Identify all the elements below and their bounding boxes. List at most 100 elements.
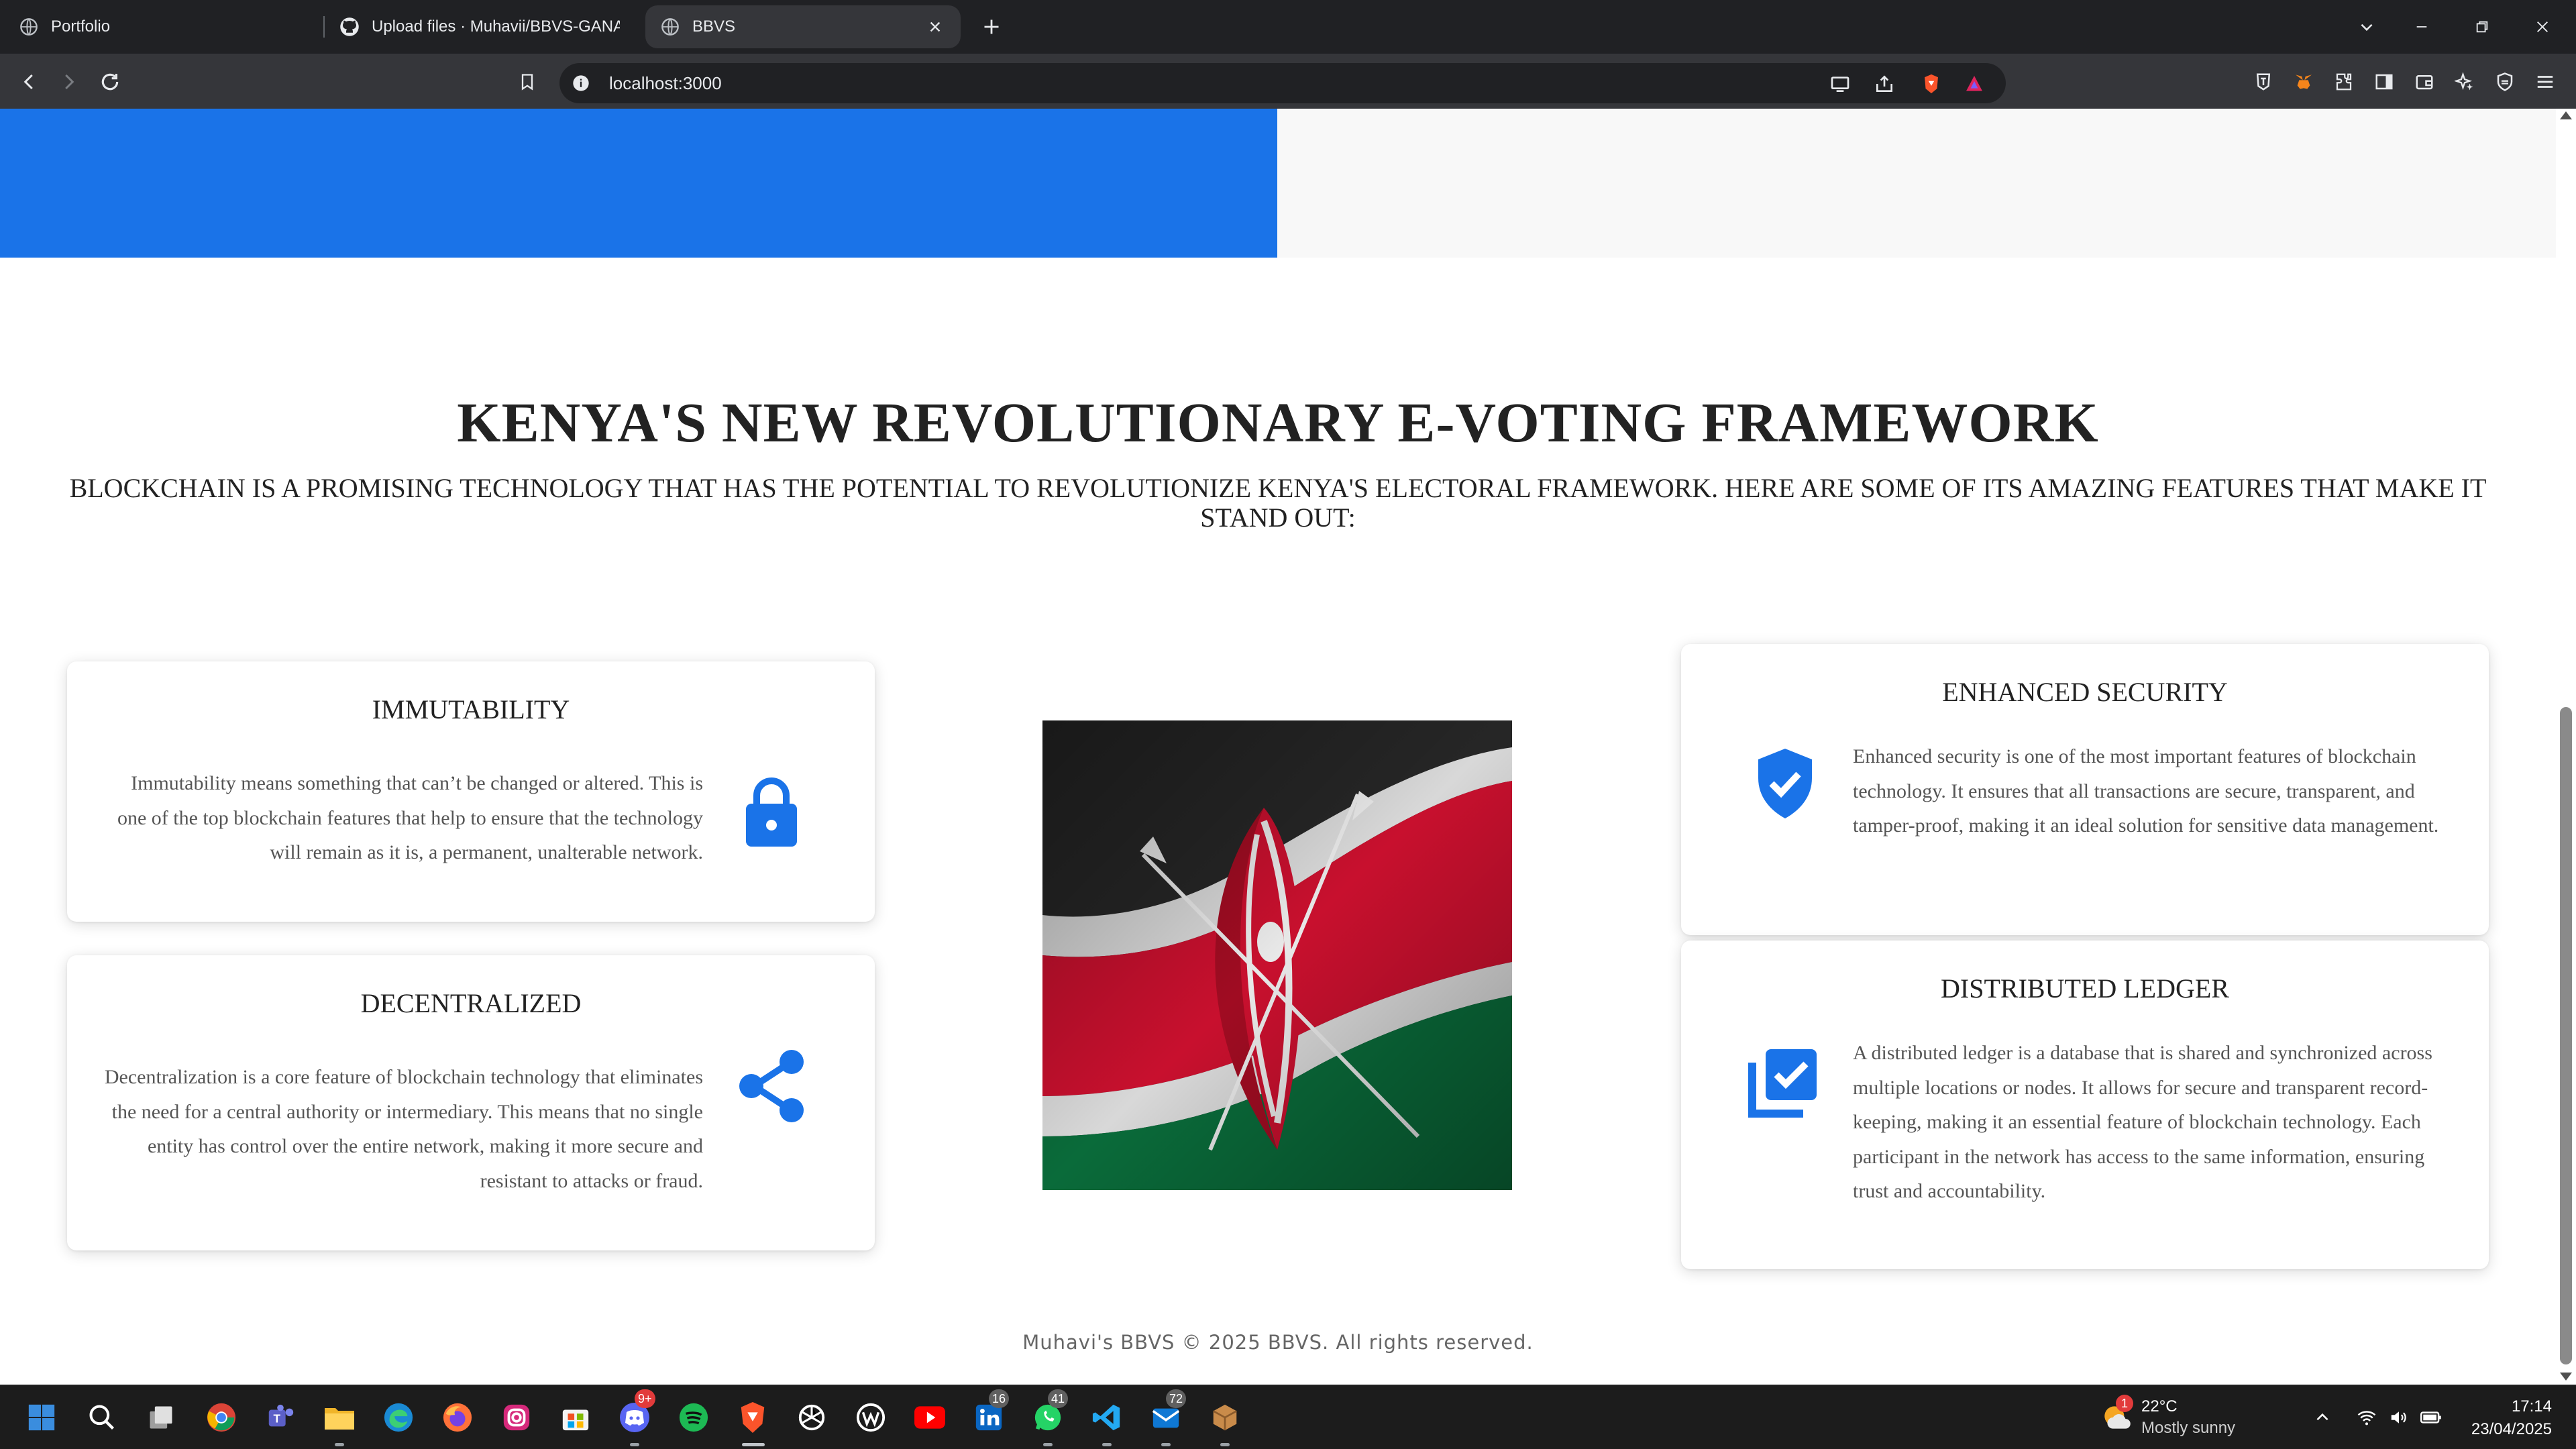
chatgpt-icon[interactable] (793, 1399, 830, 1436)
running-indicator (630, 1443, 639, 1446)
hero-blue-panel (0, 109, 1277, 258)
github-icon (339, 17, 360, 37)
sidebar-icon[interactable] (2369, 67, 2399, 97)
tab-label: BBVS (692, 17, 736, 36)
package-app-icon[interactable] (1206, 1399, 1244, 1436)
lock-icon (738, 771, 805, 852)
mail-badge: 72 (1166, 1389, 1187, 1408)
footer-copyright: Muhavi's BBVS © 2025 BBVS. All rights re… (1022, 1331, 1534, 1354)
new-tab-button[interactable] (974, 9, 1009, 44)
tab-search-chevron-icon[interactable] (2347, 7, 2387, 47)
weather-alert-badge: 1 (2116, 1395, 2133, 1412)
running-indicator (1220, 1443, 1230, 1446)
chrome-icon[interactable] (203, 1399, 240, 1436)
bookmark-icon[interactable] (510, 64, 545, 99)
weather-temperature: 22°C (2141, 1397, 2178, 1415)
active-app-indicator (742, 1443, 765, 1446)
vscode-icon[interactable] (1088, 1399, 1126, 1436)
edge-icon[interactable] (380, 1399, 417, 1436)
youtube-icon[interactable] (911, 1399, 949, 1436)
page-scrollbar[interactable] (2556, 109, 2576, 1385)
tab-bbvs[interactable]: BBVS (645, 5, 961, 48)
share-icon (731, 1042, 812, 1130)
instagram-icon[interactable] (498, 1399, 535, 1436)
battery-icon[interactable] (2418, 1399, 2445, 1436)
clock-time[interactable]: 17:14 (2512, 1397, 2552, 1416)
library-add-check-icon (1746, 1041, 1823, 1122)
windows-start-icon[interactable] (23, 1399, 60, 1436)
file-explorer-icon[interactable] (321, 1399, 358, 1436)
tab-separator (323, 16, 325, 38)
brave-shields-icon[interactable] (1919, 71, 1944, 97)
globe-icon (660, 17, 680, 37)
windows-taskbar: T 9+ 16 41 72 1 22°C Mostly sunny 17:14 … (0, 1385, 2576, 1449)
vpn-shield-icon[interactable] (2490, 67, 2520, 97)
extension-icon[interactable] (2249, 67, 2278, 97)
tab-label: Upload files · Muhavii/BBVS-GANACHE (372, 17, 620, 36)
svg-text:T: T (273, 1412, 280, 1426)
shield-check-icon (1748, 743, 1822, 824)
firefox-icon[interactable] (439, 1399, 476, 1436)
wallet-icon[interactable] (2410, 67, 2439, 97)
url-text: localhost:3000 (609, 73, 722, 93)
reload-icon[interactable] (93, 64, 127, 99)
feature-text: A distributed ledger is a database that … (1853, 1042, 2432, 1202)
brave-browser-icon[interactable] (734, 1399, 771, 1436)
writing-app-icon[interactable] (852, 1399, 890, 1436)
back-arrow-icon[interactable] (12, 64, 47, 99)
restore-icon[interactable] (2462, 7, 2502, 47)
hero-gray-panel (1277, 109, 2556, 258)
browser-tab-bar: Portfolio Upload files · Muhavii/BBVS-GA… (0, 0, 2576, 54)
microsoft-store-icon[interactable] (557, 1399, 594, 1436)
feature-title: DISTRIBUTED LEDGER (1941, 973, 2229, 1004)
feature-text: Immutability means something that can’t … (117, 772, 703, 863)
search-icon[interactable] (83, 1399, 121, 1436)
tab-portfolio[interactable]: Portfolio (19, 5, 314, 48)
page-subtitle: BLOCKCHAIN IS A PROMISING TECHNOLOGY THA… (69, 473, 2487, 533)
cast-icon[interactable] (1827, 71, 1853, 97)
whatsapp-badge: 41 (1048, 1389, 1069, 1408)
brave-rewards-icon[interactable] (1962, 71, 1987, 97)
feature-text: Decentralization is a core feature of bl… (104, 1066, 703, 1192)
wifi-icon[interactable] (2353, 1399, 2380, 1436)
feature-card-distributed-ledger: DISTRIBUTED LEDGER A distributed ledger … (1681, 941, 2489, 1269)
close-window-icon[interactable] (2522, 7, 2563, 47)
page-title: KENYA'S NEW REVOLUTIONARY E-VOTING FRAME… (457, 392, 2099, 454)
scroll-down-arrow-icon[interactable] (2560, 1373, 2572, 1381)
clock-date[interactable]: 23/04/2025 (2471, 1420, 2552, 1439)
scrollbar-thumb[interactable] (2560, 707, 2572, 1364)
share-page-icon[interactable] (1872, 71, 1897, 97)
feature-title: DECENTRALIZED (360, 988, 582, 1018)
feature-text: Enhanced security is one of the most imp… (1853, 745, 2439, 837)
tab-upload-files[interactable]: Upload files · Muhavii/BBVS-GANACHE (339, 5, 628, 48)
metamask-icon[interactable] (2289, 67, 2318, 97)
linkedin-badge: 16 (989, 1389, 1010, 1408)
scroll-up-arrow-icon[interactable] (2560, 111, 2572, 119)
extensions-puzzle-icon[interactable] (2329, 67, 2359, 97)
page-viewport: KENYA'S NEW REVOLUTIONARY E-VOTING FRAME… (0, 109, 2576, 1385)
feature-card-immutability: IMMUTABILITY Immutability means somethin… (67, 661, 875, 922)
leo-ai-icon[interactable] (2450, 67, 2479, 97)
discord-badge: 9+ (635, 1389, 655, 1408)
forward-arrow-icon[interactable] (51, 64, 86, 99)
minimize-icon[interactable] (2402, 7, 2442, 47)
tab-label: Portfolio (51, 17, 111, 36)
teams-icon[interactable]: T (262, 1399, 299, 1436)
show-hidden-icons-chevron-icon[interactable] (2308, 1399, 2337, 1436)
task-view-icon[interactable] (142, 1399, 180, 1436)
close-tab-icon[interactable] (923, 15, 947, 39)
running-indicator (1161, 1443, 1171, 1446)
menu-icon[interactable] (2530, 67, 2560, 97)
site-info-icon[interactable] (569, 71, 593, 95)
browser-toolbar: localhost:3000 (0, 54, 2576, 109)
running-indicator (335, 1443, 344, 1446)
feature-card-enhanced-security: ENHANCED SECURITY Enhanced security is o… (1681, 644, 2489, 935)
address-bar[interactable]: localhost:3000 (559, 63, 2006, 103)
spotify-icon[interactable] (675, 1399, 712, 1436)
feature-title: IMMUTABILITY (372, 694, 570, 724)
globe-icon (19, 17, 39, 37)
volume-icon[interactable] (2385, 1399, 2412, 1436)
feature-card-decentralized: DECENTRALIZED Decentralization is a core… (67, 955, 875, 1250)
kenya-flag-image (1042, 720, 1512, 1190)
weather-description: Mostly sunny (2141, 1419, 2236, 1437)
